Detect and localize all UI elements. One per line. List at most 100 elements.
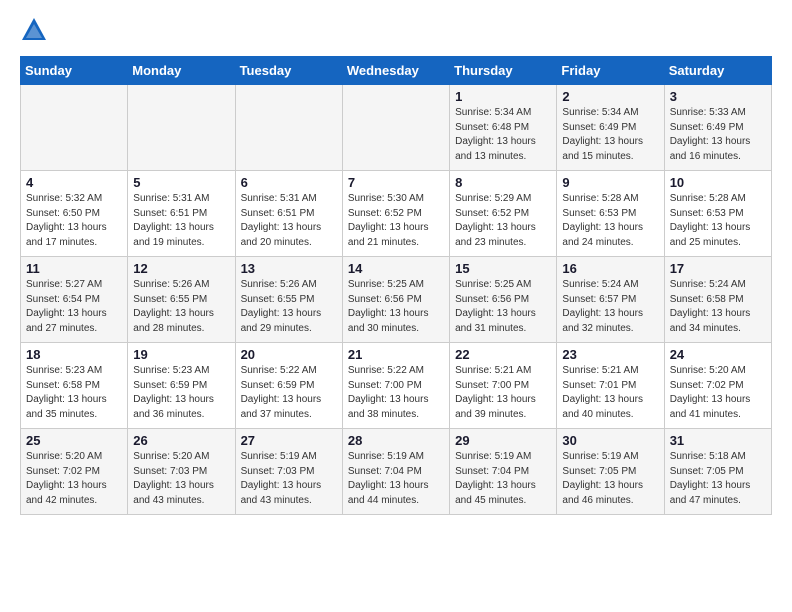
day-number: 3 bbox=[670, 89, 766, 104]
calendar-cell: 9 Sunrise: 5:28 AM Sunset: 6:53 PM Daylig… bbox=[557, 171, 664, 257]
day-number: 29 bbox=[455, 433, 551, 448]
calendar-cell: 4Sunrise: 5:32 AM Sunset: 6:50 PM Daylig… bbox=[21, 171, 128, 257]
weekday-header-sunday: Sunday bbox=[21, 57, 128, 85]
calendar-cell: 20Sunrise: 5:22 AM Sunset: 6:59 PM Dayli… bbox=[235, 343, 342, 429]
calendar-cell: 26 Sunrise: 5:20 AM Sunset: 7:03 PM Dayli… bbox=[128, 429, 235, 515]
calendar-week-3: 11 Sunrise: 5:27 AM Sunset: 6:54 PM Dayli… bbox=[21, 257, 772, 343]
day-number: 4 bbox=[26, 175, 122, 190]
day-number: 26 bbox=[133, 433, 229, 448]
weekday-header-monday: Monday bbox=[128, 57, 235, 85]
day-number: 10 bbox=[670, 175, 766, 190]
calendar-cell: 3 Sunrise: 5:33 AM Sunset: 6:49 PM Daylig… bbox=[664, 85, 771, 171]
day-info: Sunrise: 5:20 AM Sunset: 7:02 PM Dayligh… bbox=[670, 365, 751, 420]
day-number: 2 bbox=[562, 89, 658, 104]
calendar-cell: 11 Sunrise: 5:27 AM Sunset: 6:54 PM Dayli… bbox=[21, 257, 128, 343]
calendar-cell: 15 Sunrise: 5:25 AM Sunset: 6:56 PM Dayli… bbox=[450, 257, 557, 343]
day-number: 17 bbox=[670, 261, 766, 276]
logo bbox=[20, 16, 52, 44]
page: SundayMondayTuesdayWednesdayThursdayFrid… bbox=[0, 0, 792, 535]
day-number: 16 bbox=[562, 261, 658, 276]
day-number: 22 bbox=[455, 347, 551, 362]
calendar-cell: 10 Sunrise: 5:28 AM Sunset: 6:53 PM Dayli… bbox=[664, 171, 771, 257]
calendar-cell: 16 Sunrise: 5:24 AM Sunset: 6:57 PM Dayli… bbox=[557, 257, 664, 343]
day-info: Sunrise: 5:22 AM Sunset: 7:00 PM Dayligh… bbox=[348, 365, 429, 420]
day-number: 12 bbox=[133, 261, 229, 276]
day-number: 5 bbox=[133, 175, 229, 190]
calendar-cell: 25 Sunrise: 5:20 AM Sunset: 7:02 PM Dayli… bbox=[21, 429, 128, 515]
day-number: 27 bbox=[241, 433, 337, 448]
weekday-header-wednesday: Wednesday bbox=[342, 57, 449, 85]
day-info: Sunrise: 5:27 AM Sunset: 6:54 PM Dayligh… bbox=[26, 279, 107, 334]
calendar-week-4: 18 Sunrise: 5:23 AM Sunset: 6:58 PM Dayli… bbox=[21, 343, 772, 429]
calendar-cell: 1 Sunrise: 5:34 AM Sunset: 6:48 PM Daylig… bbox=[450, 85, 557, 171]
day-number: 6 bbox=[241, 175, 337, 190]
day-number: 31 bbox=[670, 433, 766, 448]
day-number: 21 bbox=[348, 347, 444, 362]
day-number: 30 bbox=[562, 433, 658, 448]
day-number: 13 bbox=[241, 261, 337, 276]
calendar-cell: 21 Sunrise: 5:22 AM Sunset: 7:00 PM Dayli… bbox=[342, 343, 449, 429]
calendar-cell: 5Sunrise: 5:31 AM Sunset: 6:51 PM Daylig… bbox=[128, 171, 235, 257]
day-info: Sunrise: 5:34 AM Sunset: 6:49 PM Dayligh… bbox=[562, 107, 643, 162]
calendar-cell: 2 Sunrise: 5:34 AM Sunset: 6:49 PM Daylig… bbox=[557, 85, 664, 171]
day-info: Sunrise: 5:30 AM Sunset: 6:52 PM Dayligh… bbox=[348, 193, 429, 248]
weekday-header-row: SundayMondayTuesdayWednesdayThursdayFrid… bbox=[21, 57, 772, 85]
day-info: Sunrise: 5:28 AM Sunset: 6:53 PM Dayligh… bbox=[670, 193, 751, 248]
day-number: 23 bbox=[562, 347, 658, 362]
calendar-table: SundayMondayTuesdayWednesdayThursdayFrid… bbox=[20, 56, 772, 515]
calendar-cell: 7 Sunrise: 5:30 AM Sunset: 6:52 PM Daylig… bbox=[342, 171, 449, 257]
day-info: Sunrise: 5:20 AM Sunset: 7:02 PM Dayligh… bbox=[26, 451, 107, 506]
day-info: Sunrise: 5:21 AM Sunset: 7:00 PM Dayligh… bbox=[455, 365, 536, 420]
weekday-header-friday: Friday bbox=[557, 57, 664, 85]
calendar-cell bbox=[342, 85, 449, 171]
calendar-cell: 22 Sunrise: 5:21 AM Sunset: 7:00 PM Dayli… bbox=[450, 343, 557, 429]
day-number: 9 bbox=[562, 175, 658, 190]
day-number: 8 bbox=[455, 175, 551, 190]
day-info: Sunrise: 5:25 AM Sunset: 6:56 PM Dayligh… bbox=[348, 279, 429, 334]
day-info: Sunrise: 5:19 AM Sunset: 7:04 PM Dayligh… bbox=[455, 451, 536, 506]
day-info: Sunrise: 5:18 AM Sunset: 7:05 PM Dayligh… bbox=[670, 451, 751, 506]
day-info: Sunrise: 5:25 AM Sunset: 6:56 PM Dayligh… bbox=[455, 279, 536, 334]
day-info: Sunrise: 5:23 AM Sunset: 6:58 PM Dayligh… bbox=[26, 365, 107, 420]
calendar-cell: 14Sunrise: 5:25 AM Sunset: 6:56 PM Dayli… bbox=[342, 257, 449, 343]
day-info: Sunrise: 5:31 AM Sunset: 6:51 PM Dayligh… bbox=[241, 193, 322, 248]
calendar-cell: 30 Sunrise: 5:19 AM Sunset: 7:05 PM Dayli… bbox=[557, 429, 664, 515]
calendar-cell: 8 Sunrise: 5:29 AM Sunset: 6:52 PM Daylig… bbox=[450, 171, 557, 257]
day-number: 18 bbox=[26, 347, 122, 362]
day-info: Sunrise: 5:24 AM Sunset: 6:58 PM Dayligh… bbox=[670, 279, 751, 334]
calendar-cell: 18 Sunrise: 5:23 AM Sunset: 6:58 PM Dayli… bbox=[21, 343, 128, 429]
day-info: Sunrise: 5:26 AM Sunset: 6:55 PM Dayligh… bbox=[133, 279, 214, 334]
calendar-cell bbox=[21, 85, 128, 171]
calendar-cell: 29 Sunrise: 5:19 AM Sunset: 7:04 PM Dayli… bbox=[450, 429, 557, 515]
calendar-cell: 28Sunrise: 5:19 AM Sunset: 7:04 PM Dayli… bbox=[342, 429, 449, 515]
day-number: 15 bbox=[455, 261, 551, 276]
day-info: Sunrise: 5:33 AM Sunset: 6:49 PM Dayligh… bbox=[670, 107, 751, 162]
day-number: 1 bbox=[455, 89, 551, 104]
weekday-header-thursday: Thursday bbox=[450, 57, 557, 85]
calendar-week-2: 4Sunrise: 5:32 AM Sunset: 6:50 PM Daylig… bbox=[21, 171, 772, 257]
day-info: Sunrise: 5:22 AM Sunset: 6:59 PM Dayligh… bbox=[241, 365, 322, 420]
day-number: 7 bbox=[348, 175, 444, 190]
day-number: 25 bbox=[26, 433, 122, 448]
day-number: 19 bbox=[133, 347, 229, 362]
calendar-week-1: 1 Sunrise: 5:34 AM Sunset: 6:48 PM Daylig… bbox=[21, 85, 772, 171]
day-info: Sunrise: 5:26 AM Sunset: 6:55 PM Dayligh… bbox=[241, 279, 322, 334]
calendar-cell: 17 Sunrise: 5:24 AM Sunset: 6:58 PM Dayli… bbox=[664, 257, 771, 343]
calendar-cell: 31 Sunrise: 5:18 AM Sunset: 7:05 PM Dayli… bbox=[664, 429, 771, 515]
day-info: Sunrise: 5:29 AM Sunset: 6:52 PM Dayligh… bbox=[455, 193, 536, 248]
calendar-cell: 6 Sunrise: 5:31 AM Sunset: 6:51 PM Daylig… bbox=[235, 171, 342, 257]
day-info: Sunrise: 5:34 AM Sunset: 6:48 PM Dayligh… bbox=[455, 107, 536, 162]
day-info: Sunrise: 5:24 AM Sunset: 6:57 PM Dayligh… bbox=[562, 279, 643, 334]
day-info: Sunrise: 5:23 AM Sunset: 6:59 PM Dayligh… bbox=[133, 365, 214, 420]
day-info: Sunrise: 5:19 AM Sunset: 7:05 PM Dayligh… bbox=[562, 451, 643, 506]
weekday-header-saturday: Saturday bbox=[664, 57, 771, 85]
day-number: 11 bbox=[26, 261, 122, 276]
calendar-cell: 23 Sunrise: 5:21 AM Sunset: 7:01 PM Dayli… bbox=[557, 343, 664, 429]
day-info: Sunrise: 5:20 AM Sunset: 7:03 PM Dayligh… bbox=[133, 451, 214, 506]
calendar-cell: 19 Sunrise: 5:23 AM Sunset: 6:59 PM Dayli… bbox=[128, 343, 235, 429]
calendar-cell bbox=[128, 85, 235, 171]
calendar-cell: 24Sunrise: 5:20 AM Sunset: 7:02 PM Dayli… bbox=[664, 343, 771, 429]
day-info: Sunrise: 5:28 AM Sunset: 6:53 PM Dayligh… bbox=[562, 193, 643, 248]
day-info: Sunrise: 5:21 AM Sunset: 7:01 PM Dayligh… bbox=[562, 365, 643, 420]
day-info: Sunrise: 5:19 AM Sunset: 7:04 PM Dayligh… bbox=[348, 451, 429, 506]
